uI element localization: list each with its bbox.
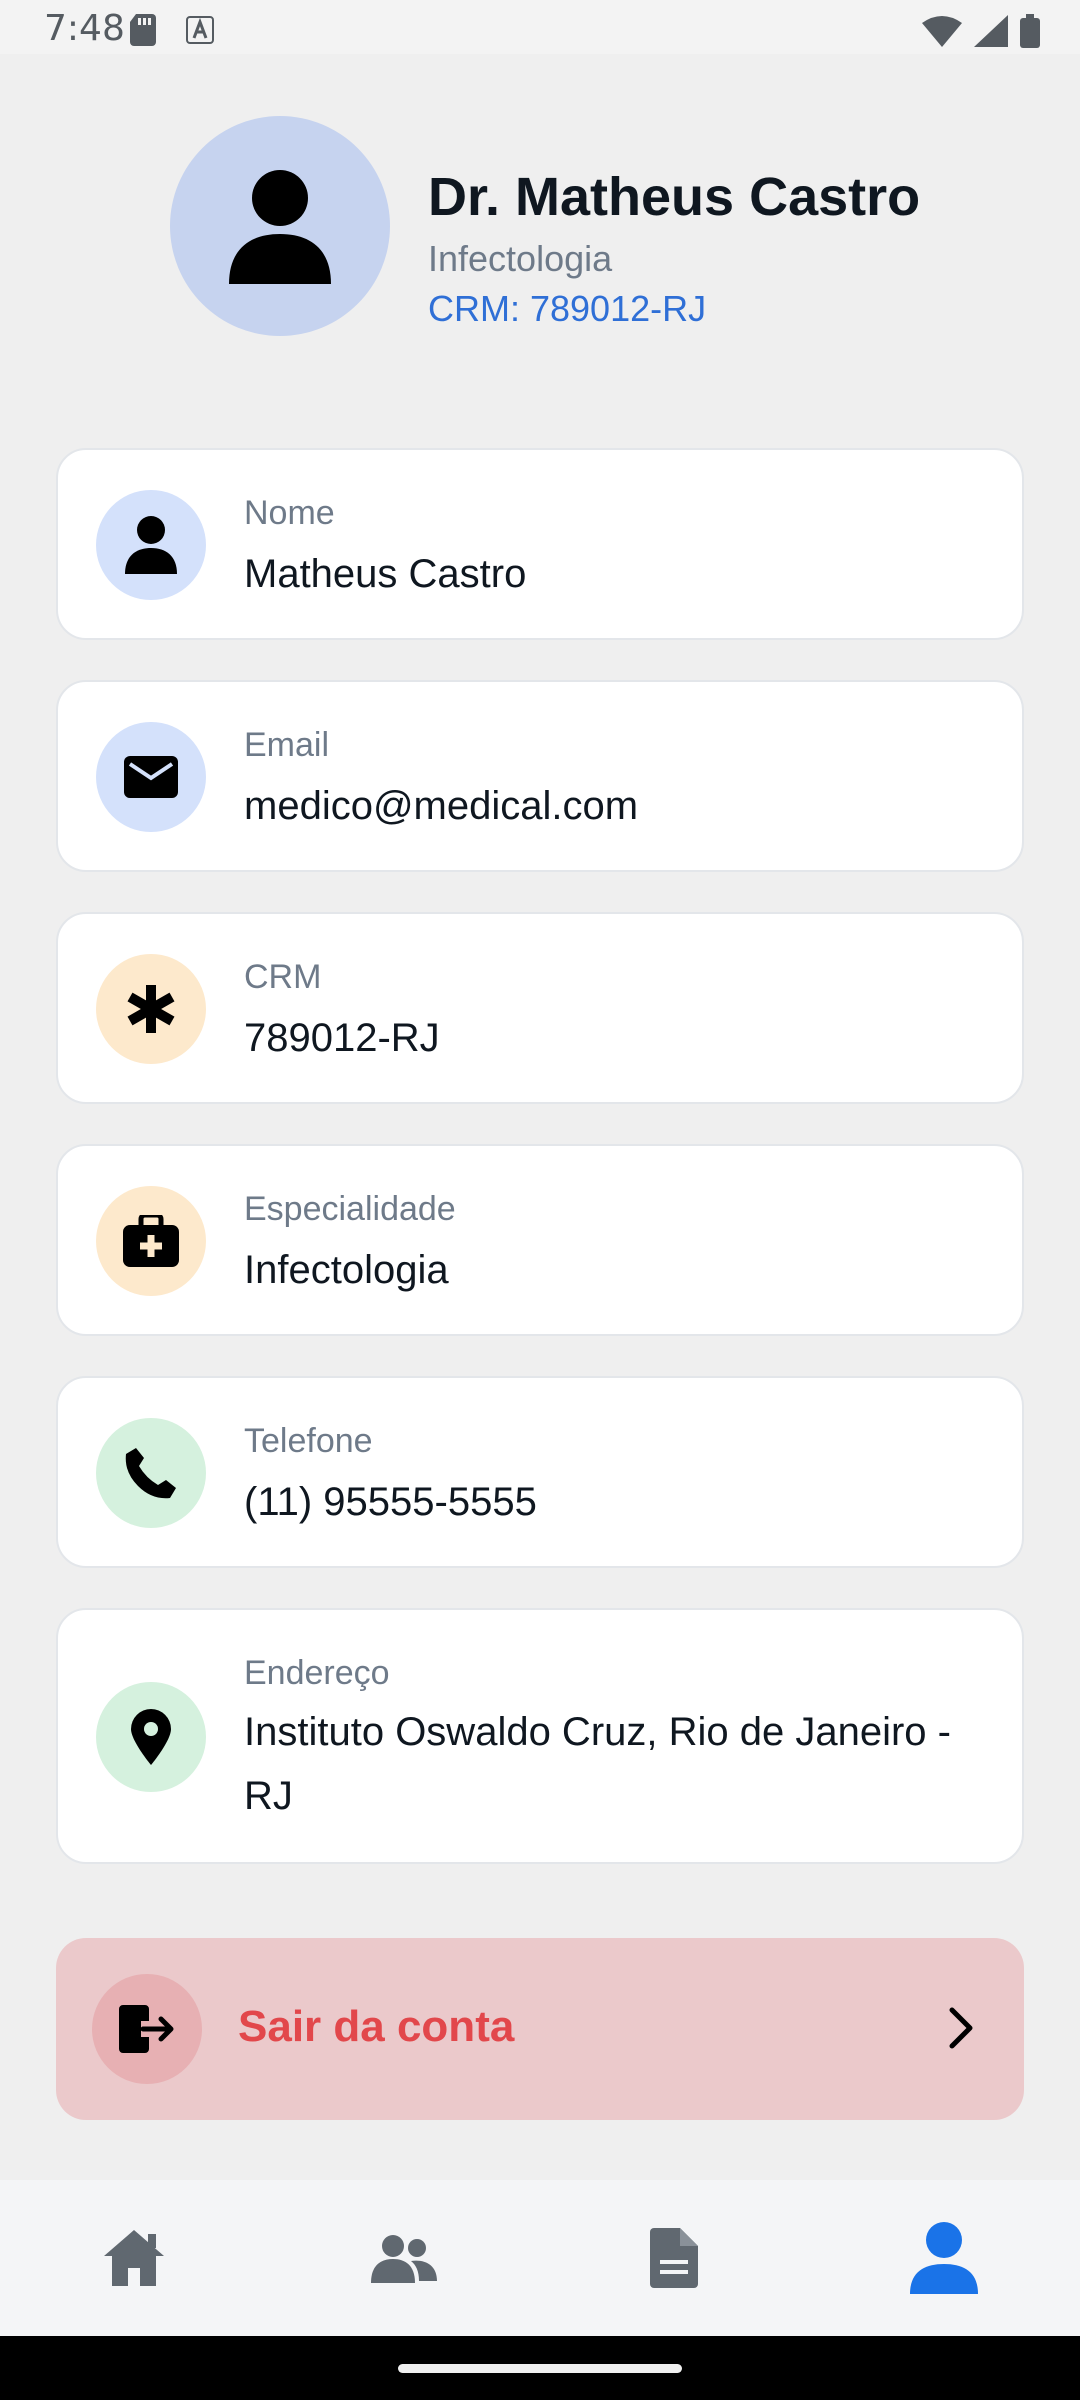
- endereco-label: Endereço: [244, 1654, 390, 1692]
- telefone-label: Telefone: [244, 1422, 373, 1460]
- status-bar: 7:48: [0, 0, 1080, 54]
- phone-icon: [125, 1448, 176, 1499]
- info-card-telefone: Telefone (11) 95555-5555: [56, 1376, 1024, 1568]
- medical-bag-icon: [123, 1215, 179, 1267]
- doctor-name: Dr. Matheus Castro: [428, 167, 921, 227]
- profile-header: Dr. Matheus Castro Infectologia CRM: 789…: [0, 110, 1080, 350]
- nome-icon-circle: [96, 490, 206, 600]
- endereco-icon-circle: [96, 1682, 206, 1792]
- logout-icon-circle: [92, 1974, 202, 2084]
- wifi-icon: [922, 16, 962, 47]
- avatar[interactable]: [170, 116, 390, 336]
- crm-label: CRM: [244, 958, 322, 996]
- especialidade-icon-circle: [96, 1186, 206, 1296]
- chevron-right-icon: [949, 2007, 973, 2049]
- person-icon: [229, 170, 331, 284]
- nome-label: Nome: [244, 494, 335, 532]
- sd-card-icon: [130, 14, 156, 46]
- font-icon: [186, 16, 214, 44]
- home-gesture-handle[interactable]: [398, 2364, 682, 2373]
- especialidade-value: Infectologia: [244, 1248, 449, 1292]
- bottom-nav: [0, 2180, 1080, 2336]
- info-card-email: Email medico@medical.com: [56, 680, 1024, 872]
- crm-icon-circle: [96, 954, 206, 1064]
- document-icon: [650, 2228, 698, 2288]
- info-card-especialidade: Especialidade Infectologia: [56, 1144, 1024, 1336]
- signal-icon: [974, 15, 1008, 47]
- logout-button[interactable]: Sair da conta: [56, 1938, 1024, 2120]
- crm-value: 789012-RJ: [244, 1016, 440, 1060]
- profile-icon: [910, 2222, 978, 2294]
- person-icon: [125, 516, 177, 574]
- gesture-bar: [0, 2336, 1080, 2400]
- home-icon: [104, 2230, 164, 2286]
- logout-label: Sair da conta: [238, 2002, 515, 2051]
- location-pin-icon: [131, 1709, 171, 1765]
- patients-icon: [371, 2235, 437, 2283]
- nav-patients[interactable]: [364, 2218, 444, 2298]
- status-time: 7:48: [44, 8, 125, 49]
- logout-icon: [119, 2005, 174, 2053]
- doctor-crm: CRM: 789012-RJ: [428, 288, 707, 329]
- nav-profile[interactable]: [904, 2218, 984, 2298]
- info-card-crm: CRM 789012-RJ: [56, 912, 1024, 1104]
- email-label: Email: [244, 726, 330, 764]
- email-value: medico@medical.com: [244, 784, 639, 828]
- asterisk-icon: [127, 985, 175, 1033]
- battery-icon: [1020, 14, 1040, 48]
- info-card-nome: Nome Matheus Castro: [56, 448, 1024, 640]
- especialidade-label: Especialidade: [244, 1190, 456, 1228]
- endereco-value: Instituto Oswaldo Cruz, Rio de Janeiro -…: [244, 1710, 951, 1818]
- info-card-endereco: Endereço Instituto Oswaldo Cruz, Rio de …: [56, 1608, 1024, 1864]
- telefone-icon-circle: [96, 1418, 206, 1528]
- nav-documents[interactable]: [634, 2218, 714, 2298]
- email-icon-circle: [96, 722, 206, 832]
- telefone-value: (11) 95555-5555: [244, 1480, 537, 1524]
- envelope-icon: [124, 756, 178, 798]
- doctor-specialty: Infectologia: [428, 238, 613, 279]
- nav-home[interactable]: [94, 2218, 174, 2298]
- nome-value: Matheus Castro: [244, 552, 527, 596]
